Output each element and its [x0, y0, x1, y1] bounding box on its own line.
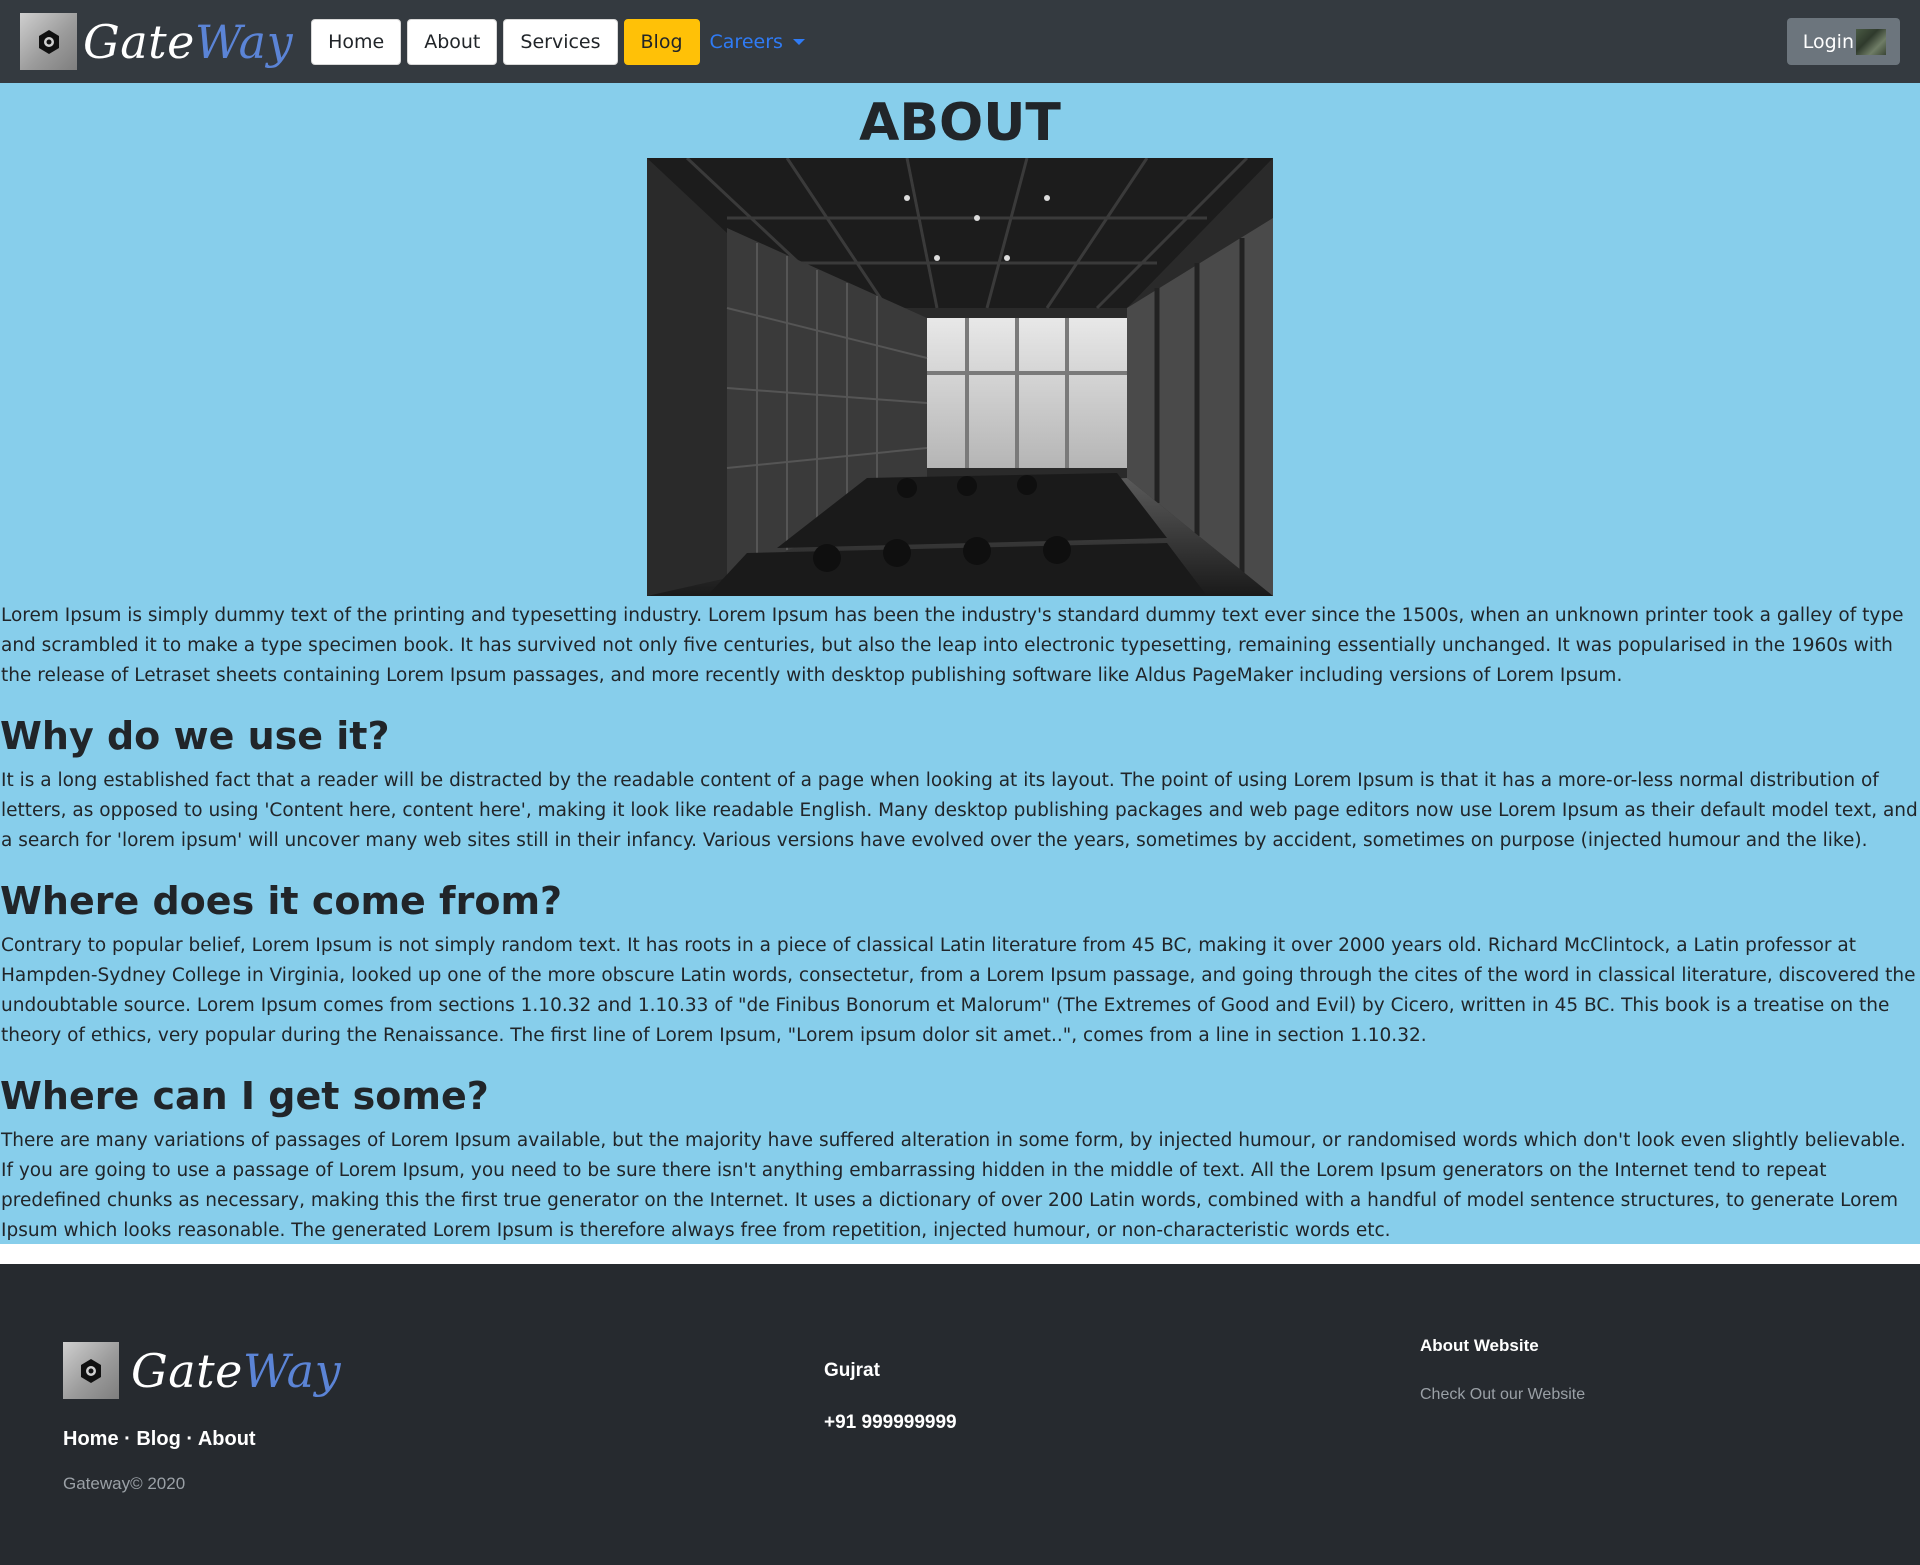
footer-link-blog[interactable]: Blog — [136, 1428, 180, 1450]
section-body-why: It is a long established fact that a rea… — [1, 770, 1918, 851]
footer-brand[interactable]: GateWay — [63, 1342, 341, 1399]
hero-image-wrap — [0, 158, 1920, 596]
brand-name: GateWay — [83, 15, 293, 69]
page-title: ABOUT — [859, 93, 1061, 153]
footer-separator: · — [180, 1428, 198, 1450]
footer-phone: +91 999999999 — [824, 1412, 957, 1433]
section-heading-why: Why do we use it? — [0, 714, 390, 758]
careers-dropdown[interactable]: Careers — [710, 31, 805, 53]
login-label: Login — [1802, 30, 1854, 53]
footer-brand-name: GateWay — [131, 1344, 341, 1398]
section-body-origin: Contrary to popular belief, Lorem Ipsum … — [1, 935, 1916, 1046]
footer-link-home[interactable]: Home — [63, 1428, 119, 1450]
footer-about-heading: About Website — [1420, 1336, 1539, 1355]
caret-down-icon — [792, 38, 805, 45]
nav-services-button[interactable]: Services — [503, 18, 618, 65]
nav-about-button[interactable]: About — [407, 18, 498, 65]
intro-paragraph: Lorem Ipsum is simply dummy text of the … — [1, 605, 1904, 686]
footer-brand-gate: Gate — [131, 1343, 243, 1398]
footer-website-link[interactable]: Check Out our Website — [1420, 1386, 1585, 1404]
brand-name-way: Way — [194, 14, 294, 69]
section-heading-origin: Where does it come from? — [0, 879, 563, 923]
main-content: ABOUT Lorem Ipsum is simply dummy text o… — [0, 83, 1920, 1244]
footer-link-about[interactable]: About — [198, 1428, 256, 1450]
footer-separator: · — [118, 1428, 137, 1450]
careers-dropdown-label: Careers — [709, 30, 783, 53]
section-heading-get: Where can I get some? — [0, 1074, 489, 1118]
brand-name-gate: Gate — [83, 14, 195, 69]
user-avatar — [1856, 28, 1886, 55]
login-button[interactable]: Login — [1786, 18, 1900, 65]
nav-home-button[interactable]: Home — [311, 18, 402, 65]
footer-city: Gujrat — [824, 1360, 880, 1381]
section-body-get: There are many variations of passages of… — [1, 1130, 1906, 1241]
brand[interactable]: GateWay — [20, 13, 293, 70]
footer-nav: Home · Blog · About — [63, 1428, 256, 1451]
footer-brand-way: Way — [242, 1343, 342, 1398]
gateway-logo-icon — [20, 13, 77, 70]
top-navbar: GateWay Home About Services Blog Careers… — [0, 0, 1920, 83]
gateway-logo-icon — [63, 1342, 119, 1399]
site-footer: GateWay Home · Blog · About Gateway© 202… — [0, 1264, 1920, 1565]
footer-copyright: Gateway© 2020 — [63, 1474, 186, 1493]
nav-blog-button[interactable]: Blog — [623, 18, 700, 65]
office-photo — [647, 158, 1273, 596]
